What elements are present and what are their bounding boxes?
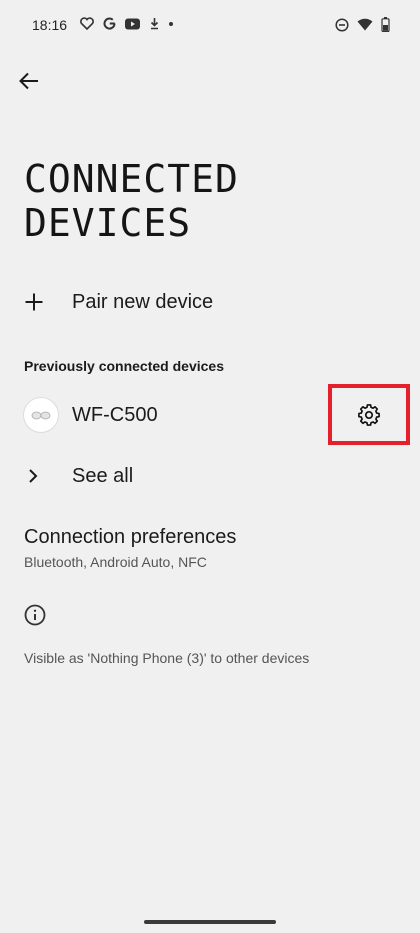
status-icons-right bbox=[335, 17, 390, 32]
gear-icon bbox=[358, 403, 380, 426]
youtube-icon bbox=[125, 18, 140, 29]
device-name: WF-C500 bbox=[72, 403, 158, 426]
status-time: 18:16 bbox=[32, 17, 68, 33]
earbuds-icon bbox=[23, 397, 59, 433]
google-icon bbox=[103, 17, 116, 30]
info-icon bbox=[24, 604, 46, 631]
back-arrow-icon bbox=[19, 72, 38, 90]
pair-new-device-label: Pair new device bbox=[72, 290, 214, 313]
page-title-line1: CONNECTED bbox=[24, 157, 239, 201]
device-settings-button[interactable] bbox=[328, 384, 410, 445]
device-row-wf-c500[interactable]: WF-C500 bbox=[0, 389, 326, 441]
battery-icon bbox=[381, 17, 390, 32]
page-title: CONNECTED DEVICES bbox=[24, 157, 404, 245]
see-all-row[interactable]: See all bbox=[0, 452, 420, 500]
download-icon bbox=[150, 18, 159, 30]
heart-shield-icon bbox=[80, 17, 94, 30]
page-title-line2: DEVICES bbox=[24, 201, 192, 245]
do-not-disturb-icon bbox=[335, 17, 349, 32]
connection-preferences-subtitle: Bluetooth, Android Auto, NFC bbox=[24, 554, 207, 570]
see-all-label: See all bbox=[72, 464, 134, 487]
previously-connected-header: Previously connected devices bbox=[24, 358, 224, 374]
chevron-right-icon bbox=[29, 469, 38, 483]
visible-as-text: Visible as 'Nothing Phone (3)' to other … bbox=[24, 650, 310, 666]
status-icons-left bbox=[80, 17, 173, 30]
dot-icon bbox=[169, 21, 173, 26]
plus-icon bbox=[25, 293, 43, 311]
pair-new-device-row[interactable]: Pair new device bbox=[0, 274, 420, 330]
wifi-icon bbox=[357, 18, 373, 31]
connection-preferences-title: Connection preferences bbox=[24, 526, 237, 548]
home-gesture-bar[interactable] bbox=[144, 920, 276, 924]
back-button[interactable] bbox=[14, 66, 44, 96]
